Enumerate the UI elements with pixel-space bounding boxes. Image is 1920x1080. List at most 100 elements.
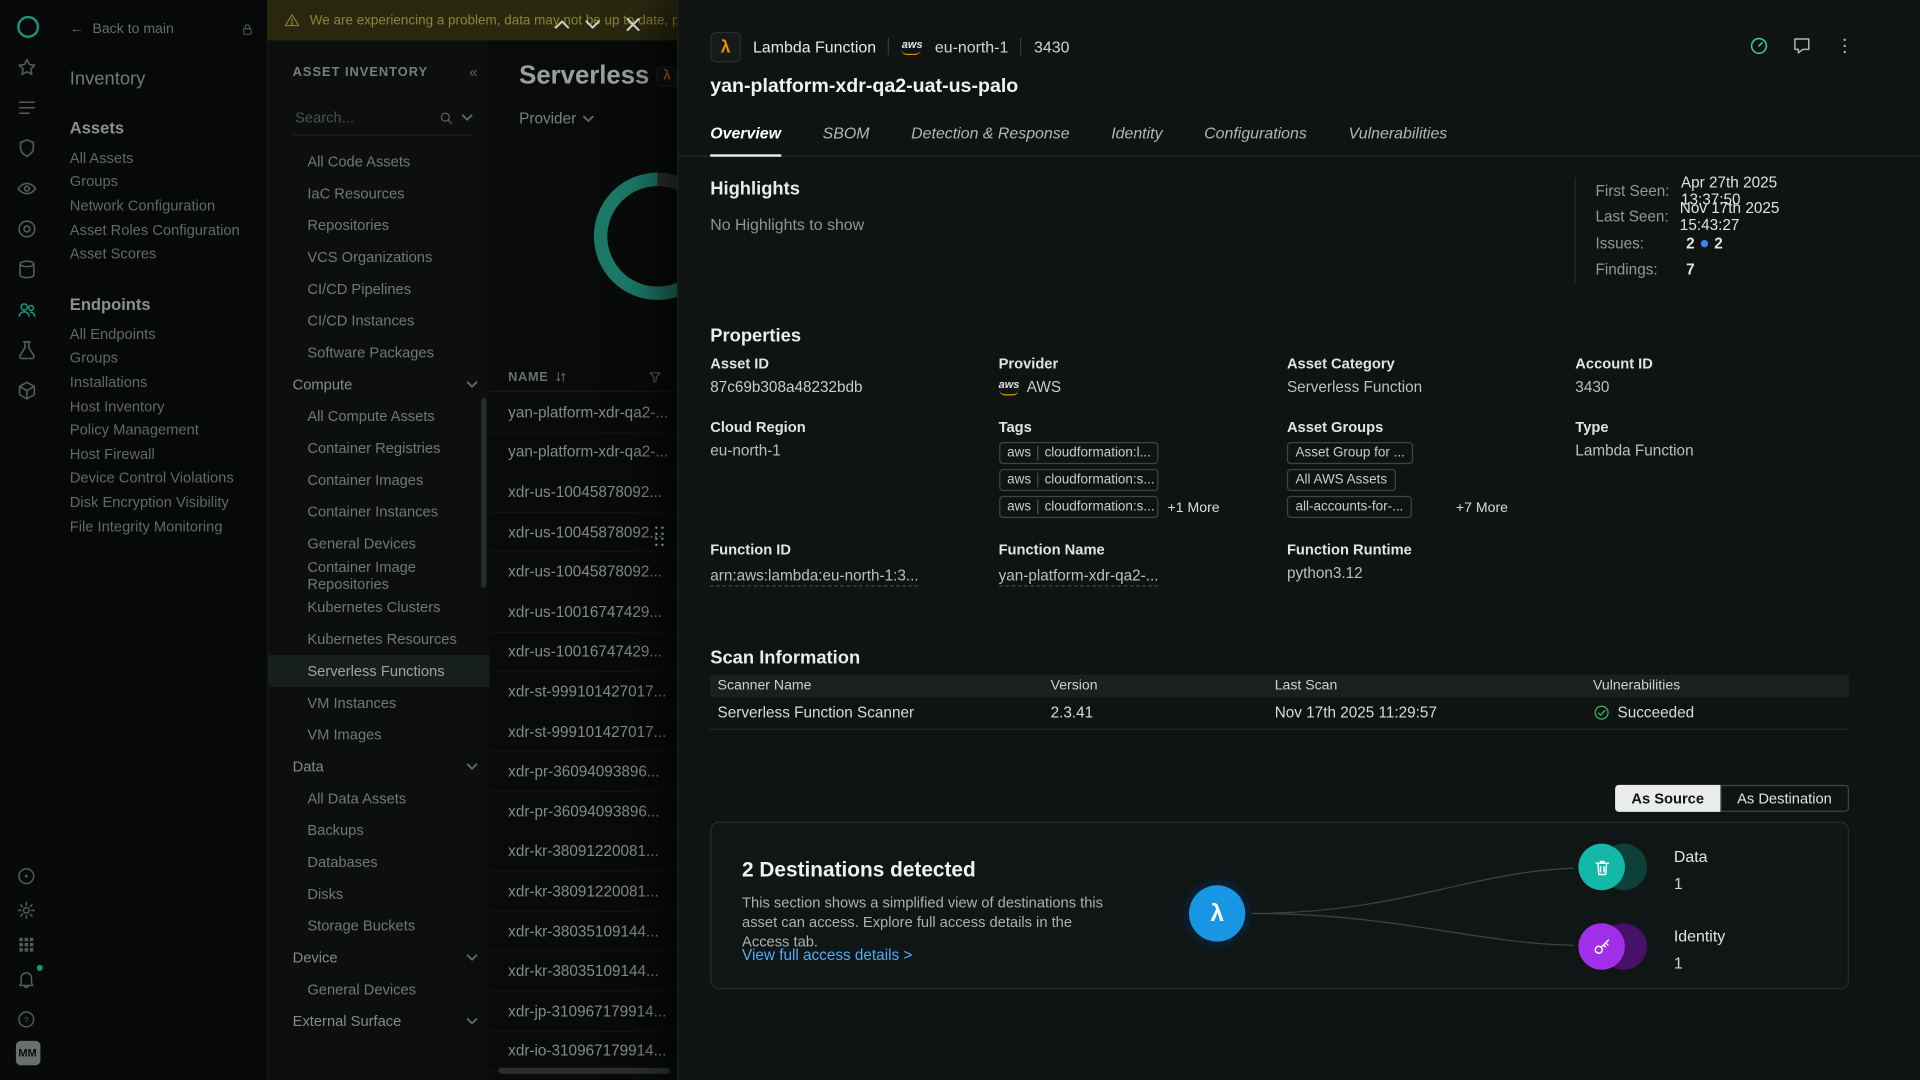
asset-row[interactable]: xdr-st-999101427017... [490,672,677,712]
nav-item[interactable]: Installations [70,370,267,394]
asset-row[interactable]: xdr-io-310967179914... [490,1032,677,1072]
asset-row[interactable]: xdr-us-10016747429... [490,593,677,633]
star-icon[interactable] [15,55,39,79]
orca-logo-icon[interactable] [17,16,39,38]
as-source-button[interactable]: As Source [1615,785,1720,812]
flask-icon[interactable] [15,338,39,362]
inventory-users-icon[interactable] [15,298,39,322]
previous-asset-button[interactable] [550,12,573,35]
asset-row[interactable]: xdr-kr-38035109144... [490,912,677,952]
tree-item[interactable]: Device [268,942,490,974]
nav-item[interactable]: All Endpoints [70,322,267,346]
asset-group-chip[interactable]: Asset Group for ... [1287,442,1413,464]
target-icon[interactable] [15,217,39,241]
nav-item[interactable]: Asset Roles Configuration [70,218,267,242]
nav-item[interactable]: Groups [70,170,267,194]
asset-row[interactable]: xdr-us-10045878092... [490,553,677,593]
tag-chip[interactable]: aws cloudformation:l... [999,442,1158,464]
function-id-value[interactable]: arn:aws:lambda:eu-north-1:3... [710,567,918,587]
provider-filter[interactable]: Provider [519,110,677,127]
tree-item[interactable]: Container Registries [268,432,490,464]
tree-item[interactable]: Backups [268,814,490,846]
nav-item[interactable]: Host Firewall [70,442,267,466]
provider-donut-chart[interactable] [594,173,677,300]
asset-row[interactable]: xdr-jp-310967179914... [490,992,677,1032]
tree-item[interactable]: Container Image Repositories [268,560,490,592]
eye-icon[interactable] [15,176,39,200]
gear-icon[interactable] [15,898,39,922]
tree-item[interactable]: All Compute Assets [268,400,490,432]
nav-item[interactable]: Network Configuration [70,194,267,218]
asset-row[interactable]: xdr-kr-38091220081... [490,832,677,872]
drawer-tab[interactable]: Configurations [1204,124,1307,156]
chevron-down-icon[interactable] [462,114,473,121]
nav-item[interactable]: All Assets [70,146,267,170]
asset-row[interactable]: xdr-st-999101427017... [490,712,677,752]
nav-item[interactable]: Groups [70,346,267,370]
back-to-main[interactable]: ← Back to main [70,22,267,37]
tree-item[interactable]: Databases [268,846,490,878]
status-circle-icon[interactable] [15,863,39,887]
feed-icon[interactable] [15,96,39,120]
drawer-tab[interactable]: Vulnerabilities [1348,124,1447,156]
asset-row[interactable]: xdr-us-10016747429... [490,633,677,673]
as-destination-button[interactable]: As Destination [1720,785,1849,812]
nav-item[interactable]: Asset Scores [70,242,267,266]
asset-groups-more-link[interactable]: +7 More [1456,501,1508,516]
tree-item[interactable]: General Devices [268,973,490,1005]
scan-row[interactable]: Serverless Function Scanner 2.3.41 Nov 1… [710,697,1849,730]
tree-item[interactable]: Container Images [268,464,490,496]
tree-item[interactable]: All Code Assets [268,146,490,178]
vertical-scrollbar[interactable] [481,398,486,588]
tree-item[interactable]: Serverless Functions [268,655,490,687]
shield-icon[interactable] [15,136,39,160]
nav-item[interactable]: Policy Management [70,418,267,442]
bell-icon[interactable] [15,966,39,990]
risk-gauge-icon[interactable] [1749,34,1771,56]
nav-item[interactable]: Device Control Violations [70,466,267,490]
tag-chip[interactable]: aws cloudformation:s... [999,469,1158,491]
findings-value[interactable]: 7 [1686,261,1695,278]
asset-group-chip[interactable]: All AWS Assets [1287,469,1396,491]
tree-item[interactable]: Storage Buckets [268,910,490,942]
asset-group-chip[interactable]: all-accounts-for-... [1287,496,1412,518]
tree-item[interactable]: Software Packages [268,337,490,369]
tree-item[interactable]: General Devices [268,528,490,560]
nav-item[interactable]: Disk Encryption Visibility [70,490,267,514]
asset-row[interactable]: xdr-kr-38091220081... [490,872,677,912]
issues-value[interactable]: 2 2 [1686,235,1723,252]
close-drawer-button[interactable] [621,12,644,35]
asset-row[interactable]: yan-platform-xdr-qa2-... [490,433,677,473]
tree-item[interactable]: External Surface [268,1005,490,1037]
view-access-details-link[interactable]: View full access details > [742,947,912,964]
asset-row[interactable]: xdr-us-10045878092... [490,513,677,553]
comments-icon[interactable] [1791,34,1813,56]
drawer-resize-handle[interactable] [655,527,663,546]
tree-item[interactable]: Disks [268,878,490,910]
tree-item[interactable]: Container Instances [268,496,490,528]
tree-item[interactable]: Data [268,751,490,783]
tree-item[interactable]: CI/CD Instances [268,305,490,337]
avatar[interactable]: MM [15,1041,39,1065]
database-icon[interactable] [15,257,39,281]
drawer-tab[interactable]: Overview [710,124,781,156]
drawer-tab[interactable]: Identity [1111,124,1162,156]
search-input[interactable] [293,108,431,128]
tree-item[interactable]: Kubernetes Clusters [268,591,490,623]
next-asset-button[interactable] [580,12,603,35]
drawer-tab[interactable]: Detection & Response [911,124,1069,156]
cube-icon[interactable] [15,378,39,402]
tags-more-link[interactable]: +1 More [1168,501,1220,516]
tree-item[interactable]: Kubernetes Resources [268,623,490,655]
asset-row[interactable]: xdr-pr-36094093896... [490,792,677,832]
tree-item[interactable]: VCS Organizations [268,241,490,273]
tree-item[interactable]: VM Images [268,719,490,751]
tree-item[interactable]: Compute [268,369,490,401]
function-name-value[interactable]: yan-platform-xdr-qa2-... [999,567,1159,587]
kebab-menu-icon[interactable] [1834,34,1856,56]
horizontal-scrollbar[interactable] [498,1068,669,1074]
nav-item[interactable]: Host Inventory [70,394,267,418]
tree-item[interactable]: Repositories [268,209,490,241]
tag-chip[interactable]: aws cloudformation:s... [999,496,1158,518]
nav-item[interactable]: File Integrity Monitoring [70,514,267,538]
